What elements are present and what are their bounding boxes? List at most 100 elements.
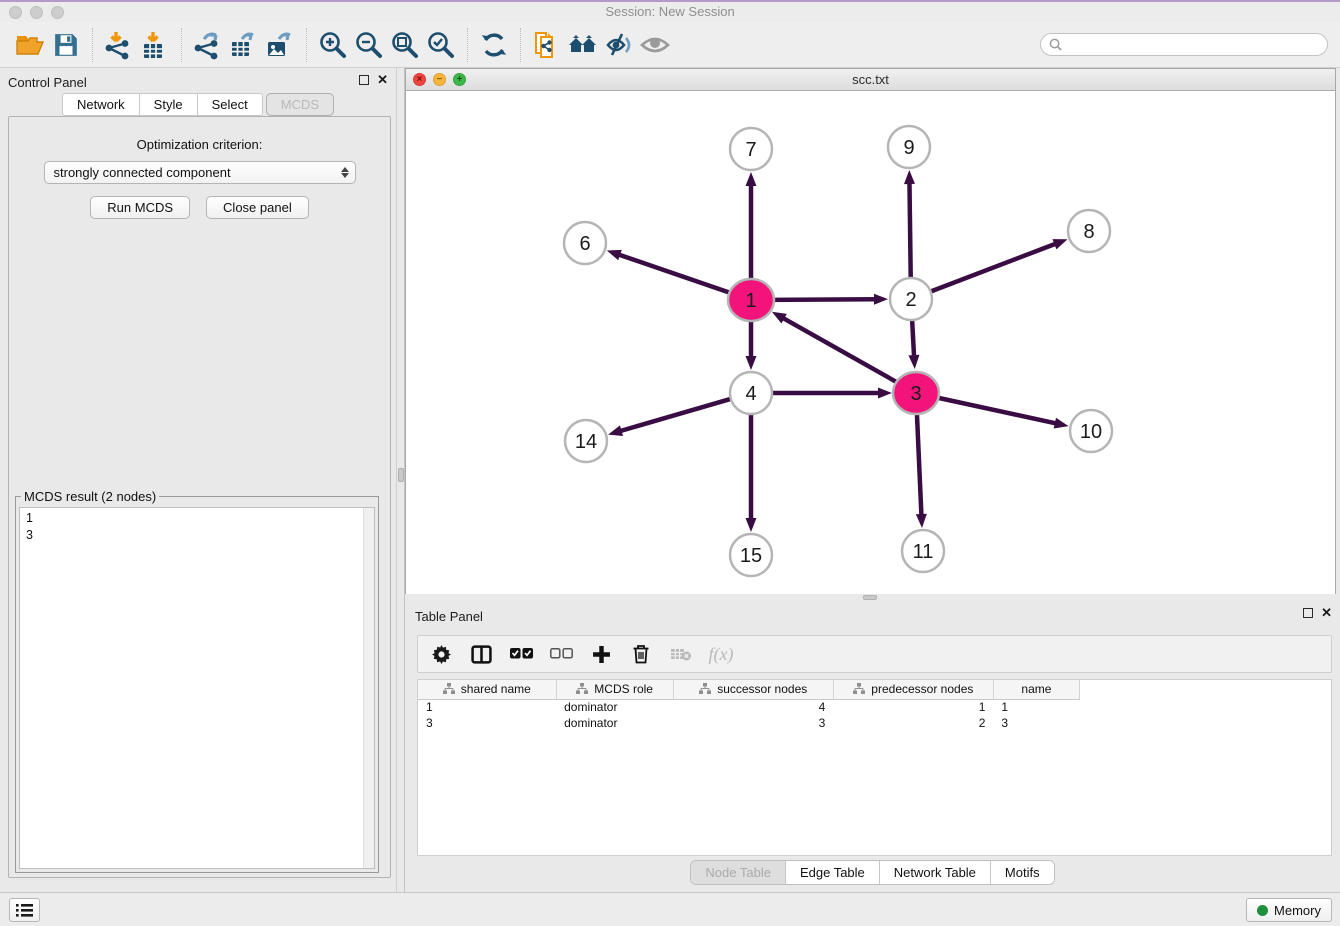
- column-header[interactable]: successor nodes: [673, 680, 833, 699]
- network-window-titlebar[interactable]: × − + scc.txt: [406, 69, 1335, 91]
- minimize-network-icon[interactable]: −: [433, 73, 446, 86]
- horizontal-splitter[interactable]: [405, 594, 1340, 601]
- zoom-fit-icon[interactable]: [387, 27, 423, 63]
- toolbar-separator: [467, 28, 468, 62]
- table-tabs: Node Table Edge Table Network Table Moti…: [405, 860, 1340, 885]
- save-session-icon[interactable]: [48, 27, 84, 63]
- cell-mcds-role[interactable]: dominator: [556, 699, 673, 715]
- cell-mcds-role[interactable]: dominator: [556, 715, 673, 731]
- tab-motifs[interactable]: Motifs: [991, 861, 1054, 884]
- export-table-icon[interactable]: [226, 27, 262, 63]
- control-panel-tabs: Network Style Select MCDS: [0, 94, 396, 116]
- graph-node-label: 8: [1083, 221, 1094, 243]
- column-manager-icon[interactable]: [466, 639, 496, 669]
- result-line: 3: [26, 527, 374, 544]
- close-panel-icon[interactable]: ✕: [1321, 608, 1332, 618]
- import-network-icon[interactable]: [101, 27, 137, 63]
- network-window-title: scc.txt: [406, 69, 1335, 87]
- node-table[interactable]: shared name MCDS role successor nodes pr…: [417, 679, 1332, 856]
- zoom-in-icon[interactable]: [315, 27, 351, 63]
- tab-network[interactable]: Network: [62, 93, 139, 116]
- tab-node-table[interactable]: Node Table: [691, 861, 786, 884]
- network-graph[interactable]: 7968124314101511: [406, 91, 1335, 594]
- float-panel-icon[interactable]: [359, 75, 369, 85]
- delete-table-icon[interactable]: [666, 639, 696, 669]
- cell-successor-nodes[interactable]: 4: [673, 699, 833, 715]
- close-panel-button[interactable]: Close panel: [206, 196, 309, 219]
- hierarchy-icon: [576, 683, 588, 695]
- graph-edge-1-2[interactable]: [771, 299, 876, 300]
- table-row[interactable]: 1 dominator 4 1 1: [418, 699, 1080, 715]
- maximize-network-icon[interactable]: +: [453, 73, 466, 86]
- import-table-icon[interactable]: [137, 27, 173, 63]
- task-history-button[interactable]: [9, 898, 40, 922]
- graph-edge-arrow: [1054, 418, 1069, 429]
- column-header[interactable]: MCDS role: [556, 680, 673, 699]
- cell-name[interactable]: 3: [993, 715, 1079, 731]
- cell-predecessor-nodes[interactable]: 2: [833, 715, 993, 731]
- graph-edge-3-11[interactable]: [917, 413, 922, 516]
- graph-edge-2-9[interactable]: [909, 182, 910, 280]
- tab-network-table[interactable]: Network Table: [880, 861, 991, 884]
- criterion-select[interactable]: strongly connected component: [44, 161, 356, 184]
- close-network-icon[interactable]: ×: [413, 73, 426, 86]
- column-header[interactable]: predecessor nodes: [833, 680, 993, 699]
- tab-mcds[interactable]: MCDS: [266, 93, 334, 116]
- graph-node-label: 1: [745, 290, 756, 312]
- graphics-details-icon[interactable]: [601, 27, 637, 63]
- vertical-splitter[interactable]: [396, 68, 405, 892]
- function-builder-icon[interactable]: f(x): [706, 639, 736, 669]
- open-session-icon[interactable]: [12, 27, 48, 63]
- refresh-icon[interactable]: [476, 27, 512, 63]
- tab-style[interactable]: Style: [139, 93, 197, 116]
- export-network-icon[interactable]: [190, 27, 226, 63]
- splitter-handle[interactable]: [863, 595, 877, 600]
- memory-button[interactable]: Memory: [1246, 898, 1332, 922]
- cell-name[interactable]: 1: [993, 699, 1079, 715]
- network-canvas[interactable]: 7968124314101511: [406, 91, 1335, 594]
- column-header[interactable]: name: [993, 680, 1079, 699]
- search-input[interactable]: [1067, 38, 1319, 52]
- graph-edge-arrow: [746, 518, 757, 532]
- eye-icon[interactable]: [637, 27, 673, 63]
- mcds-result-title: MCDS result (2 nodes): [21, 489, 159, 504]
- table-row[interactable]: 3 dominator 3 2 3: [418, 715, 1080, 731]
- settings-gear-icon[interactable]: [426, 639, 456, 669]
- cell-shared-name[interactable]: 3: [418, 715, 556, 731]
- select-all-icon[interactable]: [506, 639, 536, 669]
- cell-successor-nodes[interactable]: 3: [673, 715, 833, 731]
- hierarchy-icon: [443, 683, 455, 695]
- graph-edge-3-1[interactable]: [782, 318, 898, 384]
- graph-edge-2-3[interactable]: [912, 318, 914, 357]
- toolbar-separator: [306, 28, 307, 62]
- graph-edge-1-6[interactable]: [618, 254, 732, 293]
- column-header[interactable]: shared name: [418, 680, 556, 699]
- splitter-handle[interactable]: [398, 468, 404, 482]
- table-panel: Table Panel ✕: [405, 601, 1340, 892]
- titlebar: Session: New Session: [0, 2, 1340, 22]
- delete-column-icon[interactable]: [626, 639, 656, 669]
- graph-edge-2-8[interactable]: [929, 243, 1057, 292]
- add-column-icon[interactable]: [586, 639, 616, 669]
- export-image-icon[interactable]: [262, 27, 298, 63]
- graph-edge-arrow: [608, 425, 623, 436]
- zoom-selected-icon[interactable]: [423, 27, 459, 63]
- tab-select[interactable]: Select: [197, 93, 263, 116]
- cell-shared-name[interactable]: 1: [418, 699, 556, 715]
- window-title: Session: New Session: [0, 4, 1340, 19]
- close-panel-icon[interactable]: ✕: [377, 75, 388, 85]
- run-mcds-button[interactable]: Run MCDS: [90, 196, 190, 219]
- mcds-result-list[interactable]: 1 3: [19, 507, 375, 869]
- deselect-all-icon[interactable]: [546, 639, 576, 669]
- network-overview-icon[interactable]: [565, 27, 601, 63]
- graph-edge-4-14[interactable]: [620, 398, 733, 431]
- control-panel: Control Panel ✕ Network Style Select MCD…: [0, 68, 396, 892]
- clone-network-icon[interactable]: [529, 27, 565, 63]
- zoom-out-icon[interactable]: [351, 27, 387, 63]
- tab-edge-table[interactable]: Edge Table: [786, 861, 880, 884]
- result-scrollbar[interactable]: [363, 508, 374, 868]
- float-panel-icon[interactable]: [1303, 608, 1313, 618]
- search-field[interactable]: [1040, 33, 1328, 56]
- cell-predecessor-nodes[interactable]: 1: [833, 699, 993, 715]
- graph-edge-3-10[interactable]: [936, 397, 1057, 423]
